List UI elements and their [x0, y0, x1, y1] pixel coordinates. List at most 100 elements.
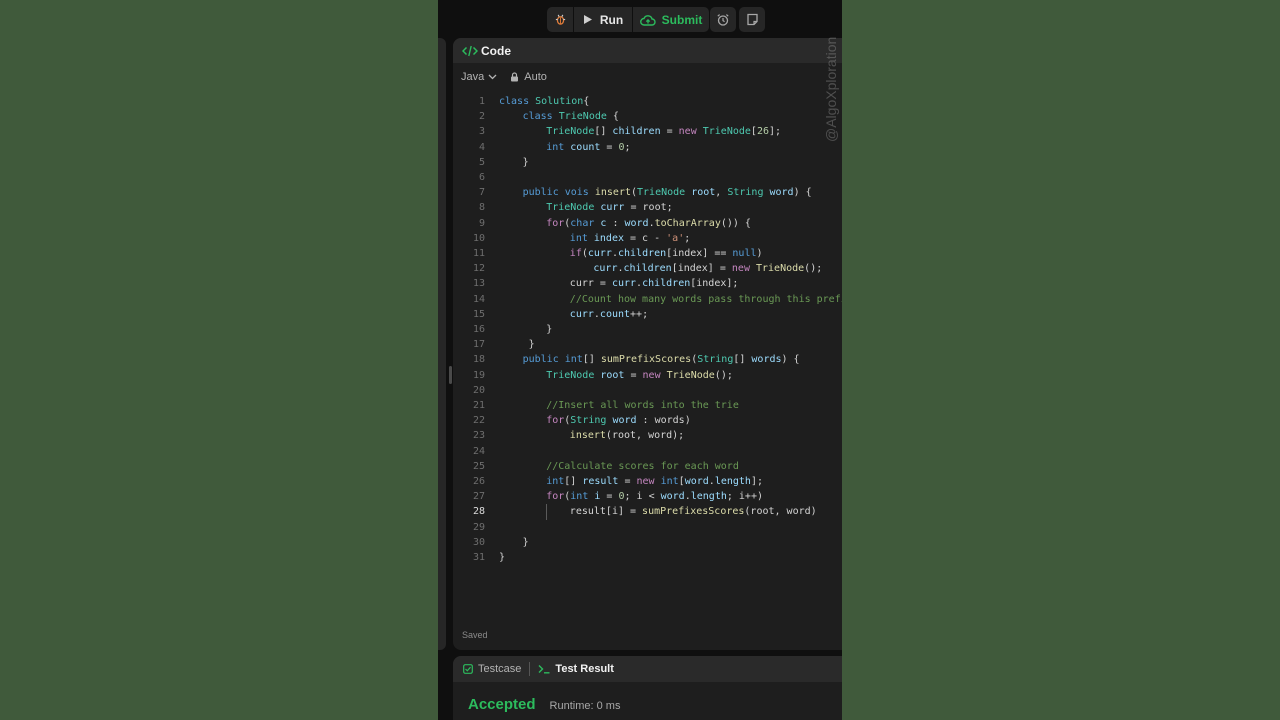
code-text: for(String word : words) — [546, 415, 691, 427]
channel-watermark: @AlgoXploration — [823, 36, 839, 142]
line-number: 2 — [478, 111, 485, 123]
language-label: Java — [461, 71, 485, 83]
line-number: 26 — [472, 476, 485, 487]
code-line[interactable]: 11 if(curr.children[index] == null) — [453, 246, 842, 261]
line-number: 30 — [472, 536, 485, 548]
code-line[interactable]: 15 curr.count++; — [453, 307, 842, 322]
run-button[interactable]: Run — [574, 7, 632, 32]
result-row: Accepted Runtime: 0 ms — [468, 696, 620, 713]
code-text: int index = c - 'a'; — [569, 232, 691, 244]
tab-test-result[interactable]: Test Result — [538, 663, 614, 675]
code-panel-title: Code — [481, 43, 511, 58]
code-text: if(curr.children[index] == null) — [569, 248, 763, 259]
test-result-panel: Testcase Test Result Accepted Runtime: 0… — [453, 656, 842, 720]
line-number: 7 — [478, 187, 485, 199]
code-line[interactable]: 19 TrieNode root = new TrieNode(); — [453, 368, 842, 383]
debug-button[interactable] — [547, 7, 573, 32]
code-text: } — [499, 552, 506, 563]
code-text: } — [522, 156, 529, 168]
notes-button[interactable] — [739, 7, 765, 32]
code-line[interactable]: 31} — [453, 550, 842, 565]
code-text: class Solution{ — [499, 96, 590, 107]
checkbox-icon — [463, 664, 473, 674]
submit-button[interactable]: Submit — [633, 7, 709, 32]
code-line[interactable]: 5} — [453, 155, 842, 170]
code-text: curr.children[index] = new TrieNode(); — [593, 263, 823, 275]
line-number: 27 — [472, 491, 485, 503]
code-text: } — [522, 536, 529, 548]
code-line[interactable]: 25 //Calculate scores for each word — [453, 459, 842, 474]
code-line[interactable]: 6 — [453, 170, 842, 185]
line-number: 29 — [472, 521, 485, 533]
line-number: 31 — [472, 552, 485, 563]
indent-guide — [546, 504, 548, 520]
auto-mode-toggle[interactable]: Auto — [510, 71, 547, 83]
timer-button[interactable] — [710, 7, 736, 32]
code-text: curr.count++; — [569, 308, 649, 320]
code-line[interactable]: 17 } — [453, 337, 842, 352]
bug-icon — [555, 14, 565, 25]
line-number: 8 — [478, 202, 485, 214]
resize-handle[interactable] — [449, 366, 452, 384]
line-number: 24 — [472, 445, 485, 457]
code-text: } — [546, 324, 553, 335]
code-text: //Calculate scores for each word — [546, 460, 739, 472]
saved-status: Saved — [462, 630, 488, 640]
code-panel-header: Code — [453, 38, 842, 63]
code-line[interactable]: 29 — [453, 520, 842, 535]
code-line[interactable]: 4 int count = 0; — [453, 140, 842, 155]
line-number: 11 — [472, 248, 485, 259]
code-text: class TrieNode { — [522, 111, 619, 123]
code-line[interactable]: 12 curr.children[index] = new TrieNode(); — [453, 261, 842, 276]
code-text: //Insert all words into the trie — [546, 400, 739, 411]
code-text: result[i] = sumPrefixesScores(root, word… — [569, 506, 817, 518]
code-line[interactable]: 22 for(String word : words) — [453, 413, 842, 428]
line-number: 14 — [472, 293, 485, 305]
line-number: 17 — [472, 339, 485, 351]
code-line[interactable]: 23 insert(root, word); — [453, 428, 842, 443]
line-number: 28 — [472, 506, 485, 518]
code-line[interactable]: 16} — [453, 322, 842, 337]
code-line[interactable]: 14 //Count how many words pass through th… — [453, 292, 842, 307]
code-text: insert(root, word); — [569, 430, 685, 442]
code-line[interactable]: 26 int[] result = new int[word.length]; — [453, 474, 842, 489]
tab-testcase[interactable]: Testcase — [463, 663, 521, 675]
language-select[interactable]: Java — [461, 71, 497, 83]
collapsed-left-panel[interactable] — [438, 38, 446, 650]
code-text: public vois insert(TrieNode root, String… — [522, 187, 812, 199]
code-line[interactable]: 9 for(char c : word.toCharArray()) { — [453, 216, 842, 231]
code-line[interactable]: 30} — [453, 535, 842, 550]
code-line[interactable]: 18 public int[] sumPrefixScores(String[] … — [453, 352, 842, 367]
code-text: for(char c : word.toCharArray()) { — [546, 217, 751, 229]
chevron-down-icon — [488, 74, 497, 80]
tab-test-result-label: Test Result — [555, 663, 614, 675]
code-editor[interactable]: 1 class Solution{ 2 class TrieNode {3 TrieNo… — [453, 94, 842, 574]
code-text: int count = 0; — [546, 141, 631, 153]
code-text: TrieNode root = new TrieNode(); — [546, 369, 733, 381]
code-line[interactable]: 21 //Insert all words into the trie — [453, 398, 842, 413]
code-line[interactable]: 7 public vois insert(TrieNode root, Strin… — [453, 185, 842, 200]
line-number: 6 — [478, 172, 485, 183]
code-line[interactable]: 2 class TrieNode { — [453, 109, 842, 124]
code-line[interactable]: 10 int index = c - 'a'; — [453, 231, 842, 246]
line-number: 19 — [472, 369, 485, 381]
code-line[interactable]: 3 TrieNode[] children = new TrieNode[26]; — [453, 124, 842, 139]
code-line[interactable]: 28 result[i] = sumPrefixesScores(root, wo… — [453, 504, 842, 519]
line-number: 25 — [472, 460, 485, 472]
code-line[interactable]: 27 for(int i = 0; i < word.length; i++) — [453, 489, 842, 504]
code-text: } — [522, 339, 535, 351]
result-status: Accepted — [468, 696, 536, 713]
code-panel: Code Java Auto 1 class Solution{ 2 class Tr… — [453, 38, 842, 650]
code-line[interactable]: 20 — [453, 383, 842, 398]
code-line[interactable]: 13 curr = curr.children[index]; — [453, 276, 842, 291]
line-number: 5 — [478, 156, 485, 168]
code-line[interactable]: 24 — [453, 444, 842, 459]
line-number: 18 — [472, 354, 485, 366]
code-line[interactable]: 8 TrieNode curr = root; — [453, 200, 842, 215]
lock-icon — [511, 72, 519, 82]
code-line[interactable]: 1 class Solution{ — [453, 94, 842, 109]
line-number: 15 — [472, 308, 485, 320]
editor-settings-row: Java Auto — [461, 70, 547, 84]
code-text: curr = curr.children[index]; — [569, 278, 739, 290]
auto-mode-label: Auto — [524, 71, 547, 83]
